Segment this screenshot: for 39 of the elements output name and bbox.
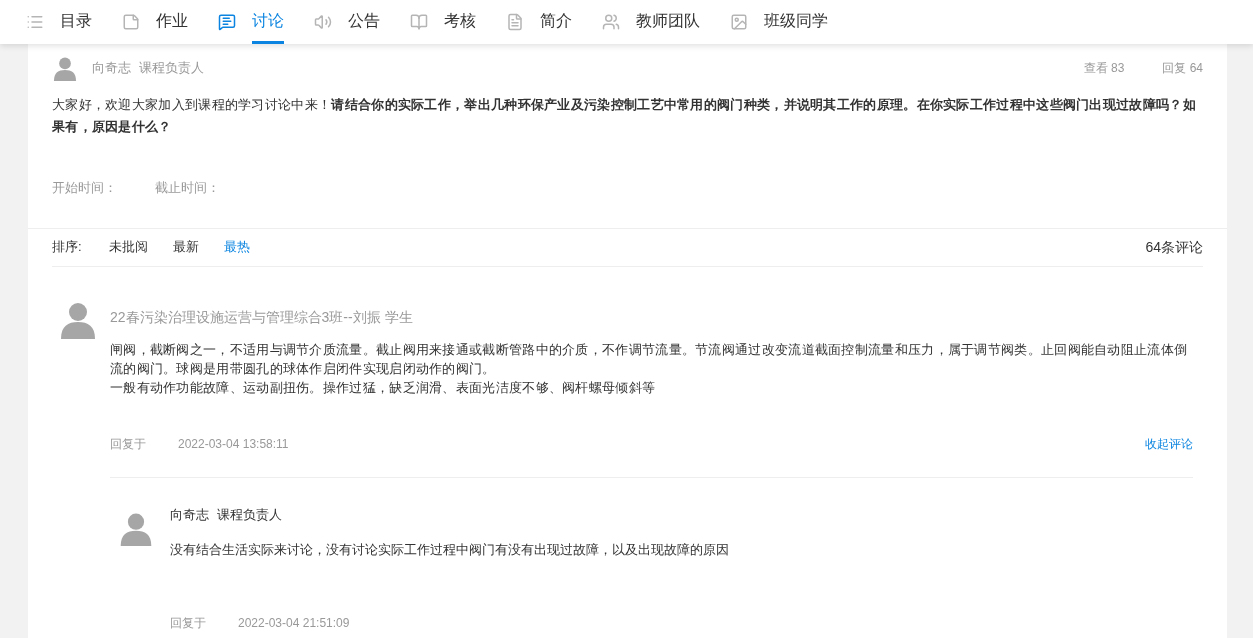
replier-role: 课程负责人 [217,505,282,524]
sort-label: 排序: [52,238,82,257]
nav-tab[interactable]: 考核 [410,0,476,44]
nav-tab[interactable]: 目录 [26,0,92,44]
book-icon [410,13,428,31]
view-count: 查看 83 [1083,60,1125,77]
nav-tab[interactable]: 作业 [122,0,188,44]
nav-tab[interactable]: 公告 [314,0,380,44]
collapse-comments-link[interactable]: 收起评论 [1145,434,1193,453]
start-time-label: 开始时间： [52,179,117,197]
reply-time: 2022-03-04 13:58:11 [178,435,289,453]
sort-option[interactable]: 最新 [172,237,199,257]
nav-tab[interactable]: 简介 [506,0,572,44]
end-time-label: 截止时间： [155,179,220,197]
commenter-name: 22春污染治理设施运营与管理综合3班--刘振 学生 [110,307,414,327]
topic-content: 大家好，欢迎大家加入到课程的学习讨论中来！请结合你的实际工作，举出几种环保产业及污染控制工艺中常用的阀门种类，并说明其工作的原理。在你实际工作过程中这些阀门出现过故障吗？如果有，原因是什么？ [52,96,1197,136]
reply-label: 回复于 [110,435,146,453]
comment-count: 64条评论 [1145,237,1203,257]
reply-text: 没有结合生活实际来讨论，没有讨论实际工作过程中阀门有没有出现过故障，以及出现故障的原因 [170,541,730,559]
author-role: 课程负责人 [139,59,204,78]
comment-text: 闸阀，截断阀之一，不适用与调节介质流量。截止阀用来接通或截断管路中的介质，不作调节流量。节流阀通过改变流道截面控制流量和压力，属于调节阀类。止回阀能自动阻止流体倒流的阀门。球阀是用带圆孔的球体作启闭件实现启闭动作的阀门。 [110,340,1189,378]
reply-label: 回复于 [170,614,206,632]
nav-tab[interactable]: 教师团队 [602,0,700,44]
sort-option[interactable]: 最热 [223,237,250,257]
comment-text: 一般有动作功能故障、运动副扭伤。操作过猛，缺乏润滑、表面光洁度不够、阀杆螺母倾斜等 [110,378,657,397]
image-icon [730,13,748,31]
reply-time: 2022-03-04 21:51:09 [238,614,350,632]
people-icon [602,13,620,31]
sort-option[interactable]: 未批阅 [108,237,148,257]
author-name: 向奇志 [92,59,131,78]
reply-count: 回复 64 [1162,60,1203,77]
chat-icon [218,13,236,31]
list-icon [26,13,44,31]
speaker-icon [314,13,332,31]
replier-name: 向奇志 [170,505,209,524]
document-icon [506,13,524,31]
nav-tab[interactable]: 班级同学 [730,0,828,44]
avatar-icon [52,55,78,81]
notebook-icon [122,13,140,31]
